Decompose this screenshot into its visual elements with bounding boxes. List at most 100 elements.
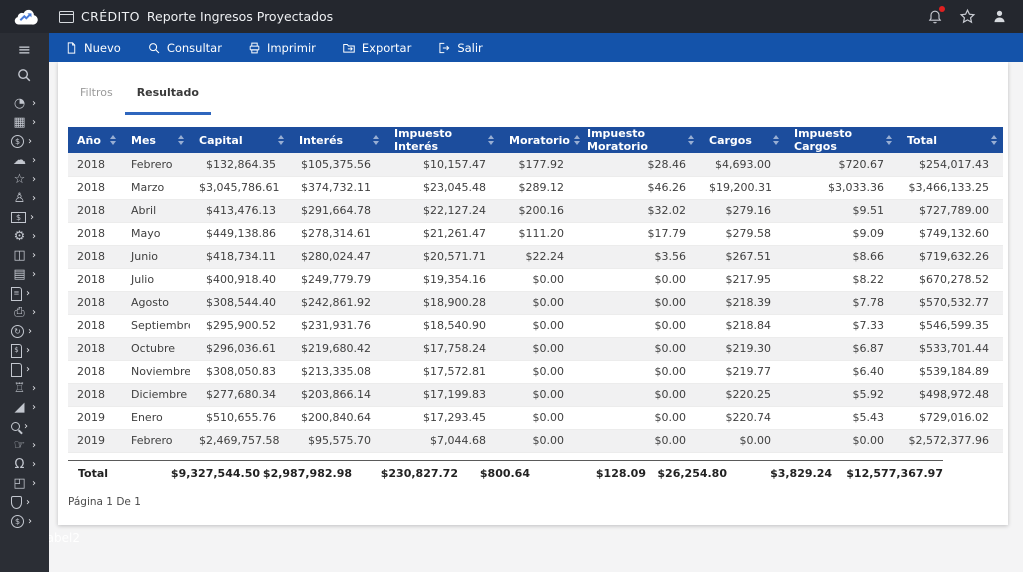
cell-amount: $231,931.76 xyxy=(290,314,385,338)
sort-icon[interactable] xyxy=(488,135,494,145)
sidebar-item-document-dollar[interactable]: $ › xyxy=(0,341,49,360)
sort-icon[interactable] xyxy=(278,135,284,145)
document-icon xyxy=(11,362,22,377)
sort-icon[interactable] xyxy=(110,135,116,145)
notifications-button[interactable] xyxy=(927,6,945,25)
sidebar-item-person[interactable]: ♙ › xyxy=(0,189,49,208)
sidebar-item-cloud[interactable]: ☁ › xyxy=(0,151,49,170)
table-row: 2018 Septiembre $295,900.52 $231,931.76 $18,… xyxy=(68,314,1003,338)
sidebar-item-calendar[interactable]: ▦ › xyxy=(0,113,49,132)
favorites-button[interactable] xyxy=(959,8,976,25)
chevron-right-icon: › xyxy=(32,458,36,470)
cell-month: Febrero xyxy=(122,153,190,177)
cell-amount: $46.26 xyxy=(578,176,700,200)
cell-amount: $20,571.71 xyxy=(385,245,500,269)
sidebar-item-shield[interactable]: › xyxy=(0,493,49,512)
column-header-impuesto-cargos[interactable]: Impuesto Cargos xyxy=(785,127,898,153)
column-header-total[interactable]: Total xyxy=(898,127,1003,153)
sidebar-item-document-tasks[interactable]: ≡ › xyxy=(0,284,49,303)
sort-icon[interactable] xyxy=(991,135,997,145)
cell-year: 2018 xyxy=(68,153,122,177)
total-amount: $800.64 xyxy=(479,466,530,480)
sidebar-item-gear[interactable]: ⚙ › xyxy=(0,227,49,246)
sidebar-item-archive-box[interactable]: ◰ › xyxy=(0,474,49,493)
report-panel: Filtros Resultado Año Mes Capital Interés Im… xyxy=(58,62,1008,525)
column-header-impuesto-moratorio[interactable]: Impuesto Moratorio xyxy=(578,127,700,153)
user-menu-button[interactable] xyxy=(992,9,1007,24)
printer-icon: ⎙ xyxy=(14,305,25,320)
sidebar-item-money-bag[interactable]: $ › xyxy=(0,512,49,531)
sidebar-item-pie-chart[interactable]: ◔ › xyxy=(0,94,49,113)
sidebar-item-document[interactable]: › xyxy=(0,360,49,379)
cell-amount: $418,734.11 xyxy=(190,245,290,269)
cell-amount: $0.00 xyxy=(578,337,700,361)
cell-amount: $729,016.02 xyxy=(898,406,1003,430)
total-amount: $26,254.80 xyxy=(657,466,727,480)
salir-button[interactable]: Salir xyxy=(433,39,486,57)
sidebar-item-hand-coin[interactable]: ☞ › xyxy=(0,436,49,455)
cell-amount: $0.00 xyxy=(785,429,898,453)
cell-amount: $18,540.90 xyxy=(385,314,500,338)
sidebar-item-headset[interactable]: Ω › xyxy=(0,455,49,474)
sidebar-item-star[interactable]: ☆ › xyxy=(0,170,49,189)
cell-amount: $279.16 xyxy=(700,199,785,223)
cell-amount: $213,335.08 xyxy=(290,360,385,384)
column-header-año[interactable]: Año xyxy=(68,127,122,153)
table-row: 2019 Enero $510,655.76 $200,840.64 $17,293.4… xyxy=(68,406,1003,430)
sidebar-search-button[interactable] xyxy=(0,63,49,87)
total-amount: $2,987,982.98 xyxy=(262,466,352,480)
column-header-impuesto-interés[interactable]: Impuesto Interés xyxy=(385,127,500,153)
column-header-interés[interactable]: Interés xyxy=(290,127,385,153)
cell-amount: $217.95 xyxy=(700,268,785,292)
nuevo-button[interactable]: Nuevo xyxy=(61,39,125,57)
imprimir-button[interactable]: Imprimir xyxy=(244,39,320,57)
headset-icon: Ω xyxy=(14,457,25,472)
table-row: 2018 Marzo $3,045,786.61 $374,732.11 $23,045… xyxy=(68,176,1003,200)
sidebar-item-book[interactable]: ◫ › xyxy=(0,246,49,265)
column-header-capital[interactable]: Capital xyxy=(190,127,290,153)
window-icon xyxy=(59,10,74,23)
column-header-moratorio[interactable]: Moratorio xyxy=(500,127,580,153)
sort-icon[interactable] xyxy=(886,135,892,145)
cloud-icon: ☁ xyxy=(13,153,26,168)
sidebar-item-chart-growth[interactable]: ◢ › xyxy=(0,398,49,417)
sidebar-item-printer[interactable]: ⎙ › xyxy=(0,303,49,322)
sort-icon[interactable] xyxy=(178,135,184,145)
sidebar-item-search[interactable]: › xyxy=(0,417,49,436)
star-icon xyxy=(959,8,976,24)
cell-amount: $308,050.83 xyxy=(190,360,290,384)
cell-year: 2018 xyxy=(68,268,122,292)
cell-month: Julio xyxy=(122,268,190,292)
cell-amount: $291,664.78 xyxy=(290,199,385,223)
chevron-right-icon: › xyxy=(26,344,30,356)
sort-icon[interactable] xyxy=(773,135,779,145)
cell-amount: $498,972.48 xyxy=(898,383,1003,407)
sort-icon[interactable] xyxy=(373,135,379,145)
consultar-button[interactable]: Consultar xyxy=(143,39,226,57)
sort-icon[interactable] xyxy=(688,135,694,145)
exit-icon xyxy=(439,42,450,53)
cell-amount: $7,044.68 xyxy=(385,429,500,453)
sidebar-item-bank[interactable]: ♖ › xyxy=(0,379,49,398)
column-header-mes[interactable]: Mes xyxy=(122,127,190,153)
menu-toggle-button[interactable]: ≡ xyxy=(0,38,49,60)
column-header-cargos[interactable]: Cargos xyxy=(700,127,785,153)
table-header-row: Año Mes Capital Interés Impuesto Interés Mora… xyxy=(68,127,1003,153)
tab-resultado[interactable]: Resultado xyxy=(124,86,211,115)
sort-down-arrow xyxy=(773,141,779,145)
sidebar-item-money-bill[interactable]: $ › xyxy=(0,208,49,227)
sort-icon[interactable] xyxy=(573,135,580,145)
sidebar-item-dollar-coin[interactable]: $ › xyxy=(0,132,49,151)
cell-month: Diciembre xyxy=(122,383,190,407)
topbar: CRÉDITO Reporte Ingresos Proyectados xyxy=(0,0,1023,33)
sidebar-item-credit-card[interactable]: ▤ › xyxy=(0,265,49,284)
cell-year: 2018 xyxy=(68,245,122,269)
exportar-button[interactable]: Exportar xyxy=(338,39,415,57)
sidebar-item-coin-exchange[interactable]: ↻ › xyxy=(0,322,49,341)
cell-amount: $32.02 xyxy=(578,199,700,223)
sort-up-arrow xyxy=(373,135,379,139)
cell-month: Octubre xyxy=(122,337,190,361)
sort-down-arrow xyxy=(886,141,892,145)
tab-filtros[interactable]: Filtros xyxy=(68,86,125,115)
bank-icon: ♖ xyxy=(13,381,26,396)
